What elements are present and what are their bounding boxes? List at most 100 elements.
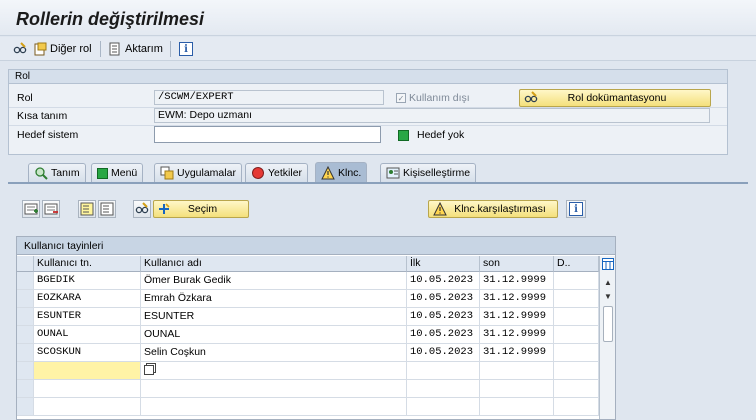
info-icon: i bbox=[569, 202, 583, 216]
role-label: Rol bbox=[17, 92, 33, 104]
row-selector[interactable] bbox=[17, 290, 34, 308]
no-target-label: Hedef yok bbox=[417, 129, 465, 141]
scroll-up-icon[interactable]: ▲ bbox=[603, 278, 613, 288]
value-help-icon[interactable] bbox=[144, 365, 154, 375]
table-cell[interactable] bbox=[554, 272, 599, 290]
row-selector[interactable] bbox=[17, 380, 34, 398]
column-header-start[interactable]: İlk bbox=[407, 256, 480, 272]
empty-cell[interactable] bbox=[407, 398, 480, 416]
empty-cell[interactable] bbox=[407, 362, 480, 380]
other-role-button[interactable]: Diğer rol bbox=[33, 40, 92, 58]
deselect-all-button[interactable] bbox=[98, 200, 116, 218]
empty-cell[interactable] bbox=[407, 380, 480, 398]
tab-menu[interactable]: Menü bbox=[91, 163, 144, 182]
row-selector[interactable] bbox=[17, 272, 34, 290]
column-header-end[interactable]: son bbox=[480, 256, 554, 272]
table-cell[interactable] bbox=[554, 344, 599, 362]
toolbar-separator bbox=[170, 41, 171, 57]
table-cell[interactable]: 10.05.2023 bbox=[407, 290, 480, 308]
row-selector[interactable] bbox=[17, 326, 34, 344]
role-documentation-label: Rol dokümantasyonu bbox=[567, 92, 667, 104]
user-details-button[interactable] bbox=[133, 200, 151, 218]
selection-group: Seçim bbox=[133, 200, 249, 218]
empty-cell[interactable] bbox=[554, 380, 599, 398]
empty-cell[interactable] bbox=[141, 398, 407, 416]
select-all-cell[interactable] bbox=[17, 256, 34, 272]
table-cell[interactable]: Ömer Burak Gedik bbox=[141, 272, 407, 290]
row-selector[interactable] bbox=[17, 308, 34, 326]
scrollbar-thumb[interactable] bbox=[603, 306, 613, 342]
title-bar: Rollerin değiştirilmesi bbox=[0, 0, 756, 36]
user-compare-button[interactable]: Klnc.karşılaştırması bbox=[428, 200, 558, 218]
table-cell[interactable]: 10.05.2023 bbox=[407, 272, 480, 290]
table-cell[interactable]: ESUNTER bbox=[34, 308, 141, 326]
table-cell[interactable]: 31.12.9999 bbox=[480, 326, 554, 344]
short-desc-field[interactable]: EWM: Depo uzmanı bbox=[154, 108, 710, 123]
selection-button[interactable]: Seçim bbox=[153, 200, 249, 218]
empty-cell[interactable] bbox=[554, 362, 599, 380]
column-settings-icon[interactable] bbox=[602, 258, 614, 270]
table-cell[interactable]: SCOSKUN bbox=[34, 344, 141, 362]
select-all-button[interactable] bbox=[78, 200, 96, 218]
empty-cell[interactable] bbox=[141, 380, 407, 398]
table-cell[interactable]: BGEDIK bbox=[34, 272, 141, 290]
info-icon: i bbox=[179, 42, 193, 56]
table-cell[interactable]: Emrah Özkara bbox=[141, 290, 407, 308]
table-cell[interactable] bbox=[554, 290, 599, 308]
table-cell[interactable]: 10.05.2023 bbox=[407, 308, 480, 326]
empty-cell[interactable] bbox=[480, 362, 554, 380]
empty-cell[interactable] bbox=[480, 398, 554, 416]
table-cell[interactable]: ESUNTER bbox=[141, 308, 407, 326]
vertical-scrollbar[interactable]: ▲ ▼ bbox=[599, 256, 615, 419]
table-cell[interactable]: OUNAL bbox=[34, 326, 141, 344]
info-button[interactable]: i bbox=[179, 40, 193, 58]
tab-authorizations[interactable]: Yetkiler bbox=[245, 163, 309, 182]
row-selector[interactable] bbox=[17, 398, 34, 416]
selection-label: Seçim bbox=[187, 203, 218, 215]
inactive-checkbox-group[interactable]: ✓ Kullanım dışı bbox=[396, 92, 470, 104]
tab-applications[interactable]: Uygulamalar bbox=[154, 163, 242, 182]
inactive-checkbox[interactable]: ✓ bbox=[396, 93, 406, 103]
table-cell[interactable] bbox=[554, 308, 599, 326]
table-cell[interactable]: 10.05.2023 bbox=[407, 344, 480, 362]
display-change-button[interactable] bbox=[13, 40, 27, 58]
inactive-label: Kullanım dışı bbox=[409, 92, 470, 104]
column-header-d[interactable]: D.. bbox=[554, 256, 599, 272]
tab-personalization[interactable]: Kişiselleştirme bbox=[380, 163, 477, 182]
table-cell[interactable]: EOZKARA bbox=[34, 290, 141, 308]
insert-row-button[interactable] bbox=[22, 200, 40, 218]
table-cell[interactable]: 31.12.9999 bbox=[480, 272, 554, 290]
empty-cell[interactable] bbox=[34, 380, 141, 398]
table-cell[interactable]: 31.12.9999 bbox=[480, 290, 554, 308]
new-user-id-input[interactable] bbox=[34, 362, 141, 380]
green-status-icon bbox=[97, 167, 108, 179]
empty-cell[interactable] bbox=[34, 398, 141, 416]
role-field[interactable]: /SCWM/EXPERT bbox=[154, 90, 384, 105]
table-cell[interactable]: 31.12.9999 bbox=[480, 308, 554, 326]
table-cell[interactable]: Selin Coşkun bbox=[141, 344, 407, 362]
column-header-user-name[interactable]: Kullanıcı adı bbox=[141, 256, 407, 272]
tab-users[interactable]: Klnc. bbox=[315, 162, 368, 183]
column-header-user-id[interactable]: Kullanıcı tn. bbox=[34, 256, 141, 272]
row-selector[interactable] bbox=[17, 362, 34, 380]
table-cell[interactable] bbox=[554, 326, 599, 344]
user-name-cell[interactable] bbox=[141, 362, 407, 380]
table-cell[interactable]: 31.12.9999 bbox=[480, 344, 554, 362]
delete-row-button[interactable] bbox=[42, 200, 60, 218]
other-role-label: Diğer rol bbox=[50, 43, 92, 55]
glasses-pencil-icon bbox=[135, 202, 149, 214]
row-selector[interactable] bbox=[17, 344, 34, 362]
user-info-button[interactable]: i bbox=[566, 200, 586, 218]
user-compare-label: Klnc.karşılaştırması bbox=[454, 203, 546, 215]
table-cell[interactable]: 10.05.2023 bbox=[407, 326, 480, 344]
tab-definition[interactable]: Tanım bbox=[28, 163, 86, 182]
empty-cell[interactable] bbox=[480, 380, 554, 398]
scroll-down-icon[interactable]: ▼ bbox=[603, 292, 613, 302]
table-cell[interactable]: OUNAL bbox=[141, 326, 407, 344]
short-desc-label: Kısa tanım bbox=[17, 110, 68, 122]
empty-cell[interactable] bbox=[554, 398, 599, 416]
role-documentation-button[interactable]: Rol dokümantasyonu bbox=[519, 89, 711, 107]
target-system-input[interactable] bbox=[154, 126, 381, 143]
transfer-button[interactable]: Aktarım bbox=[108, 40, 163, 58]
insert-delete-group bbox=[22, 200, 60, 218]
